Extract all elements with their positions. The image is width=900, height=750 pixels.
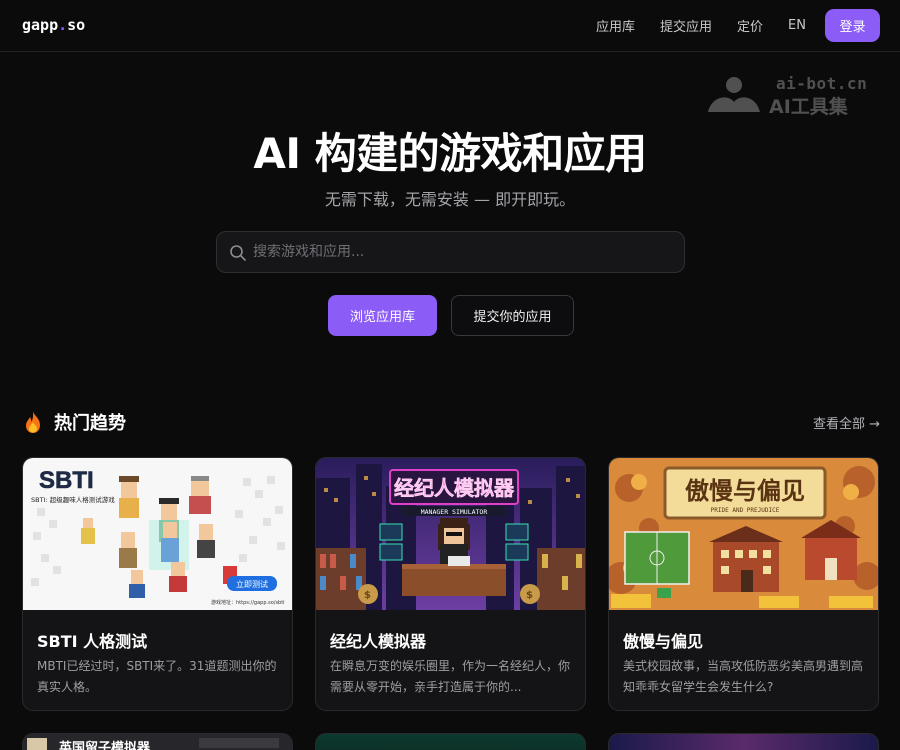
nav-links: 应用库 提交应用 定价 EN 登录	[596, 9, 880, 42]
watermark: ai-bot.cn AI工具集	[706, 74, 881, 118]
browse-library-button[interactable]: 浏览应用库	[328, 295, 437, 336]
app-card-sbti[interactable]: SBTI SBTI: 超级趣味人格测试游戏 立即测试 游戏地址：https://…	[22, 457, 293, 711]
thumb-sbti-title: SBTI	[39, 467, 94, 494]
thumb-uk-badge	[27, 738, 47, 750]
card-title: 傲慢与偏见	[623, 632, 704, 651]
app-card-uk-student[interactable]: 英国留子模拟器	[22, 733, 293, 750]
language-toggle[interactable]: EN	[788, 18, 806, 33]
card-thumbnail-row2-middle	[316, 734, 585, 750]
thumb-sbti-url: 游戏地址：https://gapp.so/sbti	[211, 599, 285, 606]
card-title: 经纪人模拟器	[330, 632, 427, 651]
app-card-manager-simulator[interactable]: 经纪人模拟器 MANAGER SIMULATOR $ $ 经纪人模拟器 在瞬息万…	[315, 457, 586, 711]
card-description: 在瞬息万变的娱乐圈里，作为一名经纪人，你需要从零开始，亲手打造属于你的...	[330, 659, 571, 694]
thumb-manager-sub: MANAGER SIMULATOR	[421, 508, 488, 516]
thumb-sbti-sub: SBTI: 超级趣味人格测试游戏	[31, 495, 115, 504]
trending-title: 热门趋势	[54, 413, 126, 434]
fire-icon	[26, 411, 40, 433]
search-icon	[230, 245, 246, 261]
watermark-domain: ai-bot.cn	[776, 74, 868, 93]
nav-app-library[interactable]: 应用库	[596, 16, 635, 35]
nav-submit-app[interactable]: 提交应用	[660, 16, 712, 35]
thumb-pride-title: 傲慢与偏见	[685, 477, 805, 505]
hero-subtitle: 无需下载，无需安装 — 即开即玩。	[324, 190, 576, 209]
thumb-uk-title: 英国留子模拟器	[59, 741, 151, 750]
svg-text:$: $	[364, 590, 371, 601]
thumb-sbti-button: 立即测试	[236, 579, 268, 589]
card-thumbnail-pride: 傲慢与偏见 PRIDE AND PREJUDICE	[609, 458, 878, 610]
card-thumbnail-row2-right	[609, 734, 878, 750]
thumb-uk-stats	[199, 738, 279, 748]
card-description: 美式校园故事，当高攻低防恶劣美高男遇到高知乖乖女留学生会发生什么?	[623, 659, 864, 694]
thumb-manager-title: 经纪人模拟器	[394, 476, 515, 500]
watermark-logo-icon	[708, 77, 760, 112]
card-thumbnail-sbti: SBTI SBTI: 超级趣味人格测试游戏 立即测试 游戏地址：https://…	[23, 458, 292, 610]
search-input[interactable]	[253, 232, 673, 272]
app-card-row2-right[interactable]	[608, 733, 879, 750]
app-card-row2-middle[interactable]	[315, 733, 586, 750]
search-box[interactable]	[216, 231, 685, 273]
hero-title: AI 构建的游戏和应用	[253, 129, 647, 178]
card-description: MBTI已经过时，SBTI来了。31道题测出你的真实人格。	[37, 659, 277, 694]
app-card-pride-prejudice[interactable]: 傲慢与偏见 PRIDE AND PREJUDICE 傲慢与偏见 美式校园故事，当…	[608, 457, 879, 711]
login-button[interactable]: 登录	[825, 9, 880, 42]
logo[interactable]: gapp.so	[22, 16, 85, 34]
submit-app-button[interactable]: 提交你的应用	[451, 295, 574, 336]
thumb-pride-sub: PRIDE AND PREJUDICE	[711, 507, 780, 514]
top-navbar: gapp.so 应用库 提交应用 定价 EN 登录	[0, 0, 900, 52]
watermark-name: AI工具集	[769, 96, 848, 118]
card-thumbnail-manager: 经纪人模拟器 MANAGER SIMULATOR $ $	[316, 458, 585, 610]
card-title: SBTI 人格测试	[37, 632, 148, 651]
svg-text:$: $	[526, 590, 533, 601]
trending-header: 热门趋势	[22, 408, 126, 436]
nav-pricing[interactable]: 定价	[737, 16, 763, 35]
view-all-link[interactable]: 查看全部 →	[813, 413, 880, 432]
